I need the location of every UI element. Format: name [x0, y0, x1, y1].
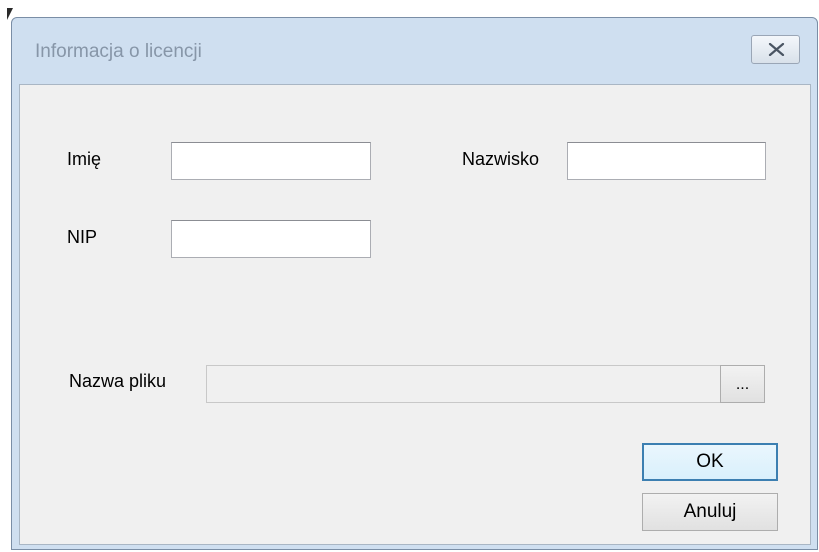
nip-label: NIP — [67, 227, 98, 247]
last-name-input[interactable] — [567, 142, 766, 180]
title-bar[interactable]: Informacja o licencji — [12, 18, 817, 84]
window-title: Informacja o licencji — [35, 41, 202, 62]
last-name-label: Nazwisko — [462, 149, 540, 169]
first-name-label: Imię — [67, 149, 102, 169]
browse-file-button[interactable]: ... — [720, 365, 765, 403]
ok-button[interactable]: OK — [642, 443, 778, 481]
nip-input[interactable] — [171, 220, 371, 258]
close-button[interactable] — [751, 35, 800, 64]
cancel-button[interactable]: Anuluj — [642, 493, 778, 531]
first-name-input[interactable] — [171, 142, 371, 180]
dialog-content: Imię Nazwisko NIP Nazwa pliku ... OK Anu… — [19, 84, 811, 545]
screen: Informacja o licencji Imię Nazwisko NIP … — [0, 0, 819, 552]
file-name-input — [206, 365, 721, 403]
file-name-label: Nazwa pliku — [69, 371, 167, 391]
close-x-icon — [768, 43, 785, 56]
license-dialog: Informacja o licencji Imię Nazwisko NIP … — [11, 17, 818, 550]
